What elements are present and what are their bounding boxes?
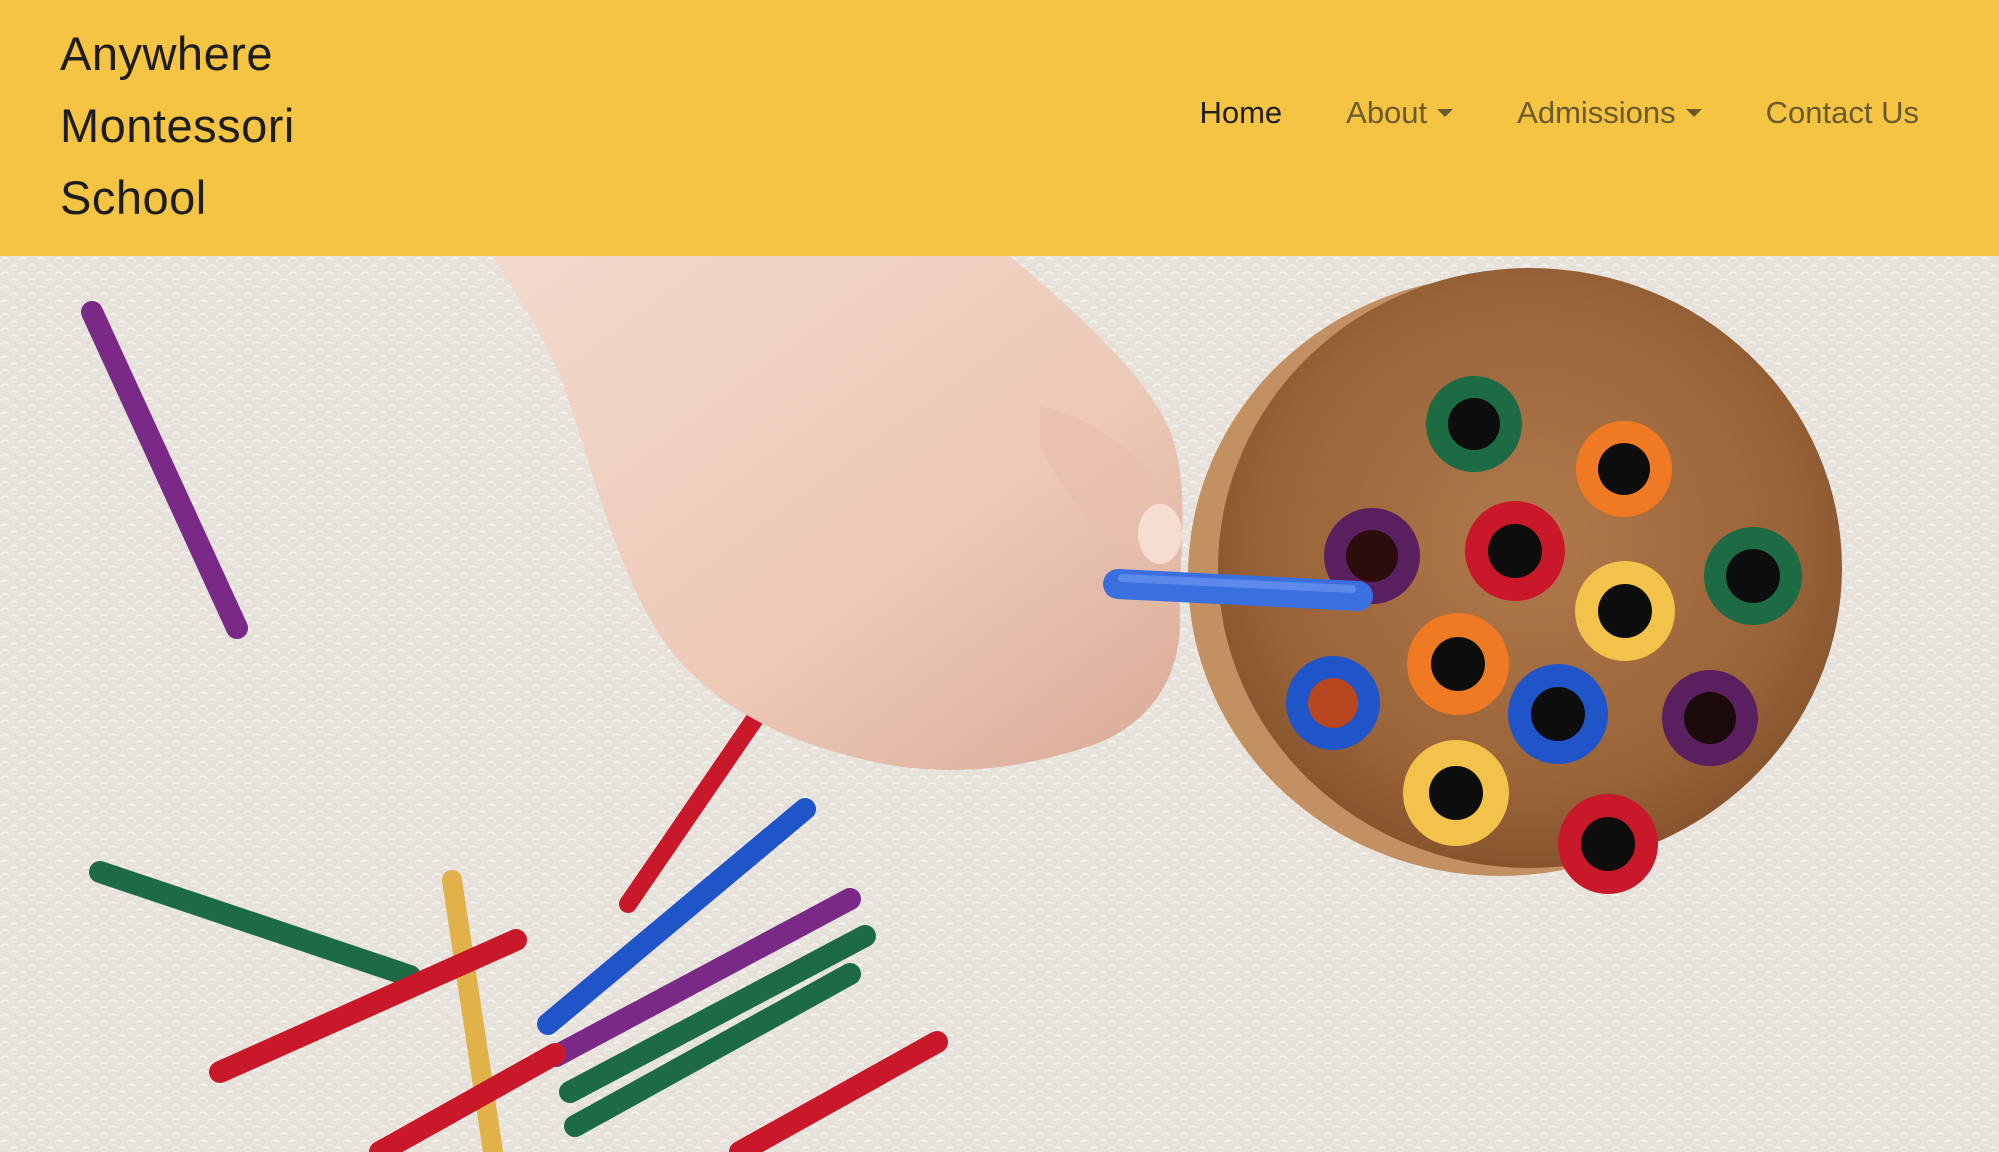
site-header: Anywhere Montessori School Home About Ad… xyxy=(0,0,1999,256)
montessori-peg-board-photo xyxy=(0,256,1999,1152)
brand-line-1: Anywhere xyxy=(60,27,273,80)
nav-item-about[interactable]: About xyxy=(1346,95,1454,131)
hero-image xyxy=(0,256,1999,1152)
brand-line-3: School xyxy=(60,171,207,224)
main-nav: Home About Admissions Contact Us xyxy=(1199,88,1919,138)
chevron-down-icon xyxy=(1437,109,1454,117)
nav-item-label: Contact Us xyxy=(1765,95,1919,130)
nav-item-home[interactable]: Home xyxy=(1199,95,1282,131)
nav-item-label: Admissions xyxy=(1517,95,1676,130)
chevron-down-icon xyxy=(1685,109,1702,117)
site-brand-link[interactable]: Anywhere Montessori School xyxy=(60,18,420,234)
brand-line-2: Montessori xyxy=(60,99,295,152)
nav-item-admissions[interactable]: Admissions xyxy=(1517,95,1702,131)
nav-item-label: About xyxy=(1346,95,1428,130)
nav-item-contact-us[interactable]: Contact Us xyxy=(1766,95,1919,131)
nav-item-label: Home xyxy=(1199,95,1283,130)
